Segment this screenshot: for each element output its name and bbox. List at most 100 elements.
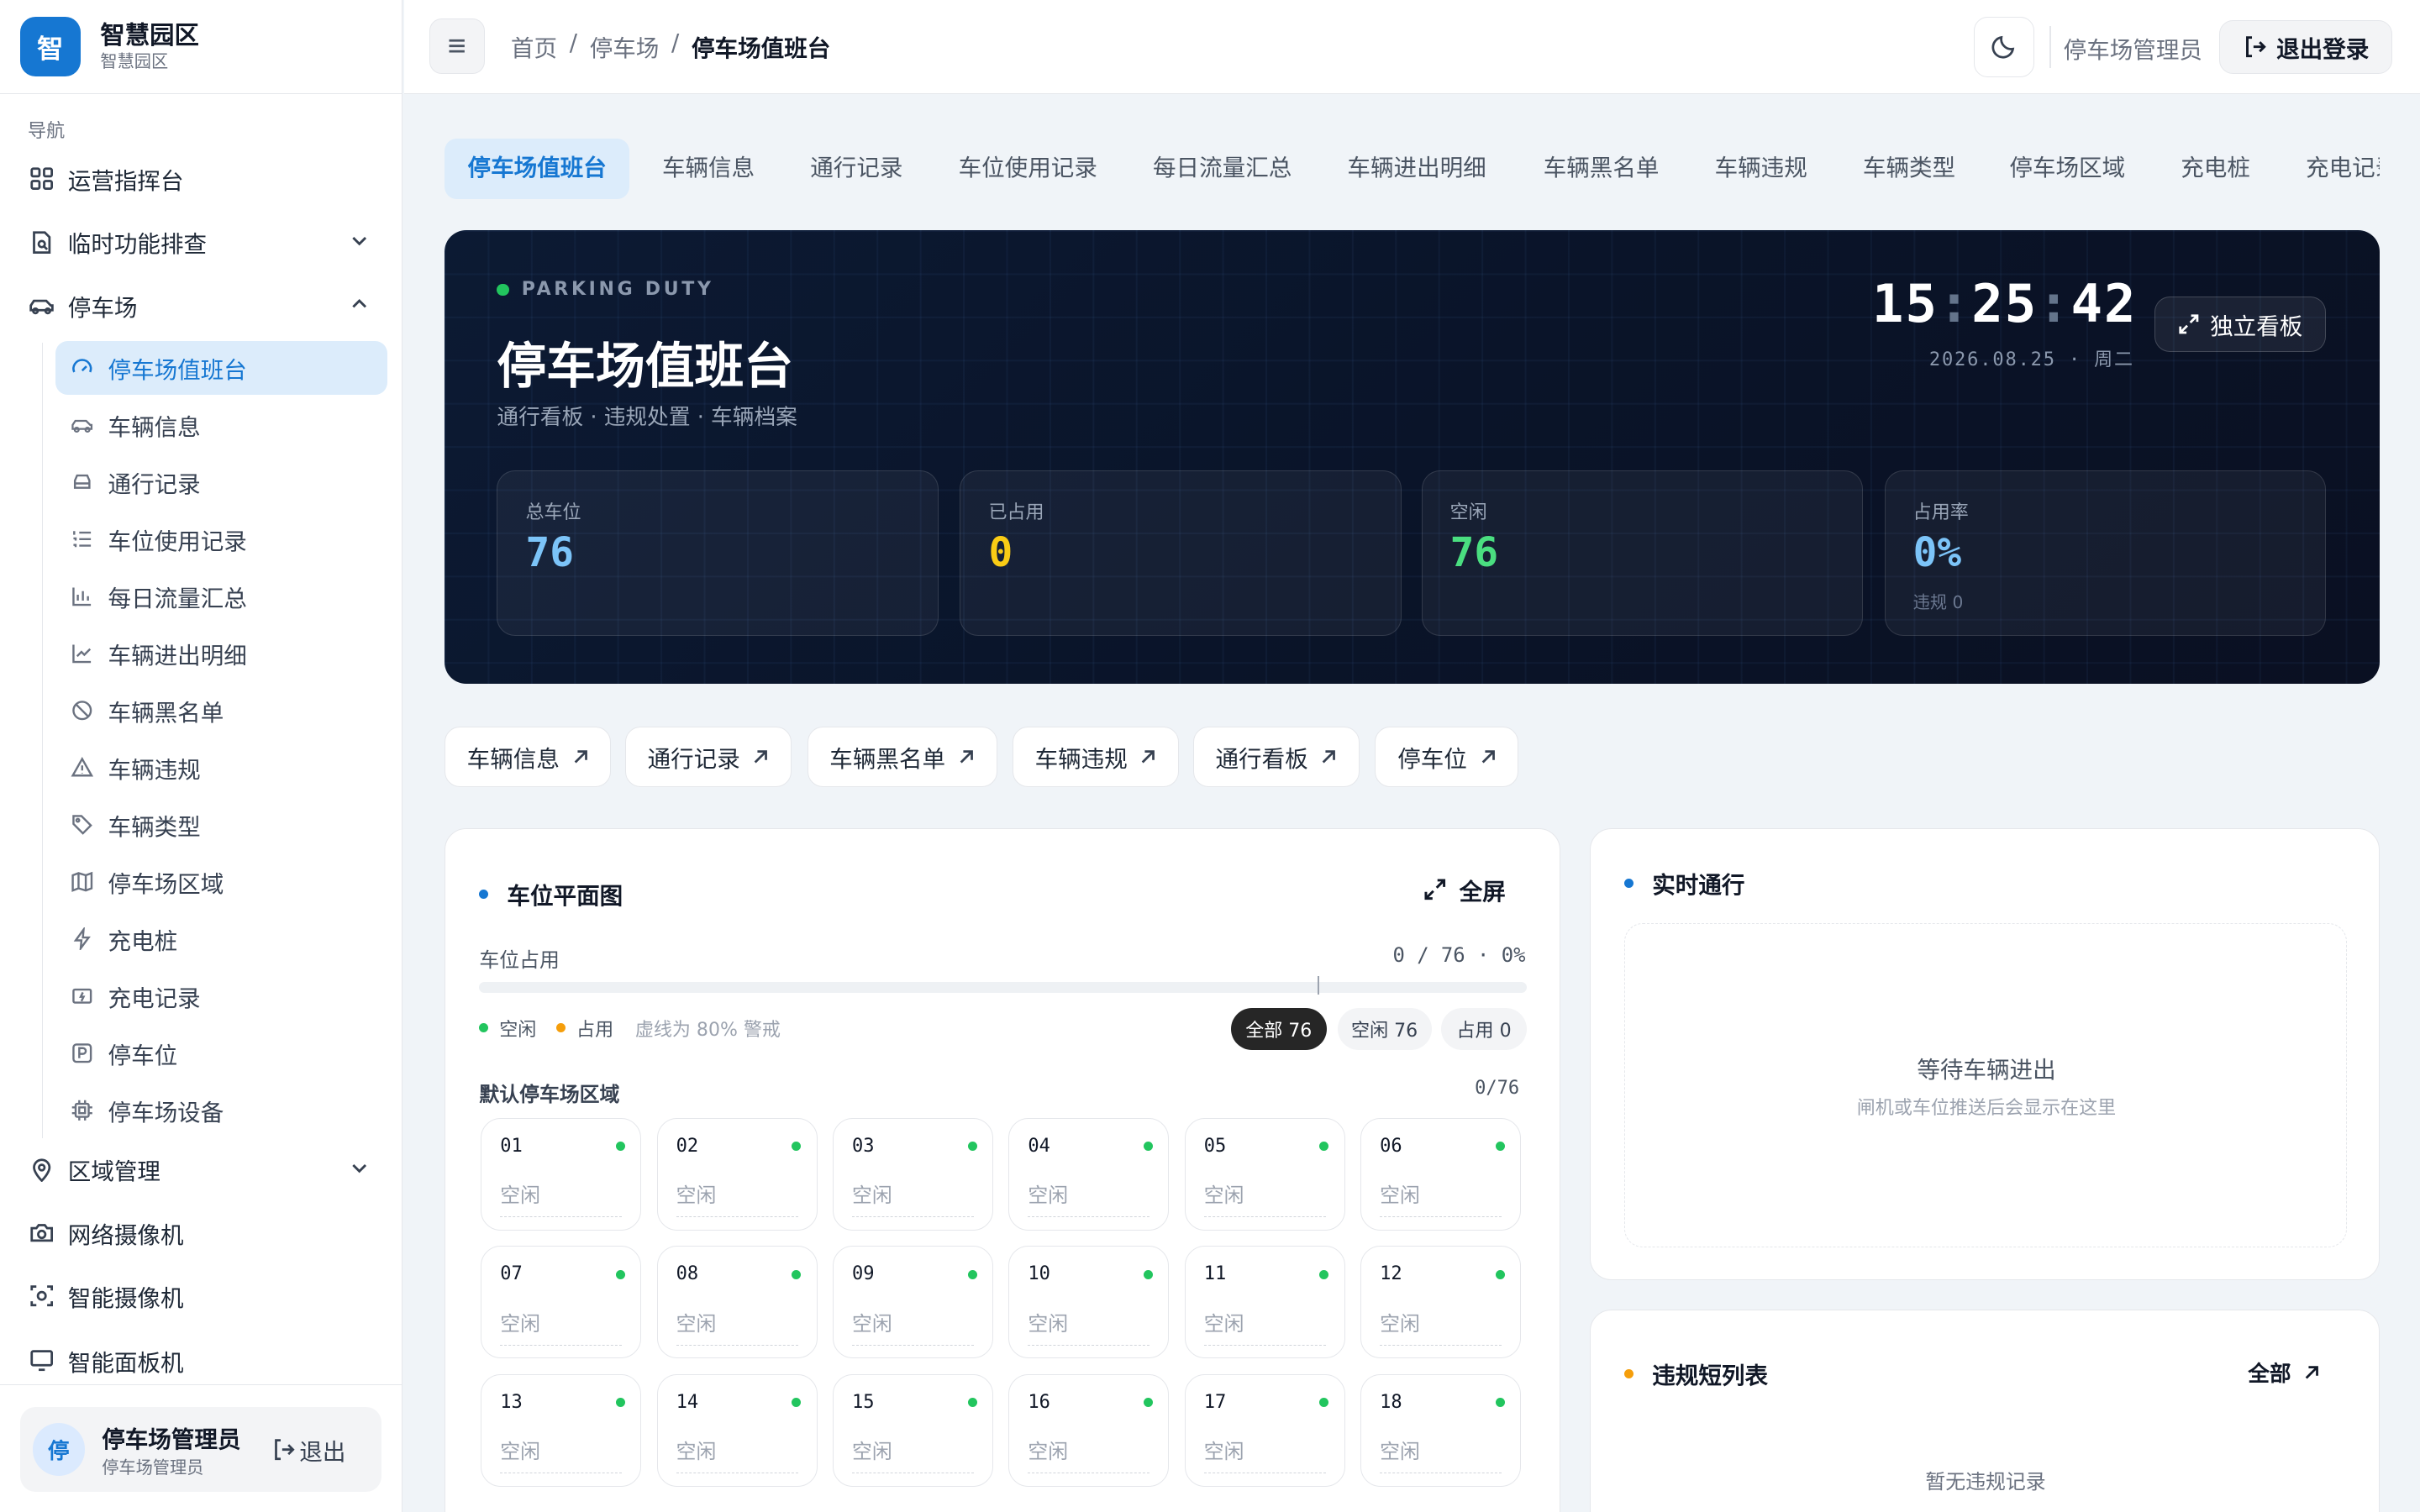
nav-item-label: 网络摄像机	[67, 1221, 184, 1249]
tab-2[interactable]: 车辆信息	[639, 139, 777, 199]
parking-slot[interactable]: 16 空闲	[1008, 1373, 1170, 1487]
quick-link[interactable]: 车辆违规	[1012, 727, 1180, 787]
sidebar-subitem-7[interactable]: 车辆黑名单	[55, 684, 387, 738]
sidebar-subitem-label: 充电记录	[108, 984, 201, 1012]
sidebar-subitem-10[interactable]: 停车场区域	[55, 855, 387, 909]
clock-minutes: 25	[1971, 273, 2039, 335]
parking-slot[interactable]: 15 空闲	[832, 1373, 993, 1487]
fullscreen-button[interactable]: 全屏	[1423, 873, 1506, 906]
sidebar-subitem-label: 充电桩	[108, 927, 178, 955]
slot-divider	[852, 1344, 974, 1346]
tab-12[interactable]: 充电记录	[2282, 139, 2380, 199]
nav-item-temp-check[interactable]: 临时功能排查	[0, 214, 402, 270]
tab-1[interactable]: 停车场值班台	[444, 139, 630, 199]
breadcrumb-home[interactable]: 首页	[511, 29, 557, 63]
sidebar-subitem-8[interactable]: 车辆违规	[55, 741, 387, 795]
nav-item-label: 临时功能排查	[67, 231, 208, 259]
logout-icon	[2243, 34, 2267, 59]
standalone-board-button[interactable]: 独立看板	[2154, 296, 2326, 352]
nav-item-smart-camera[interactable]: 智能摄像机	[0, 1268, 402, 1324]
nav-item-ip-camera[interactable]: 网络摄像机	[0, 1205, 402, 1260]
logout-label: 退出登录	[2276, 36, 2370, 64]
filter-occupied[interactable]: 占用 0	[1440, 1008, 1528, 1050]
tab-11[interactable]: 充电桩	[2158, 139, 2274, 199]
parking-slot[interactable]: 07 空闲	[481, 1246, 642, 1359]
car-icon	[70, 412, 94, 437]
sidebar-subitem-13[interactable]: 停车位	[55, 1026, 387, 1079]
parking-slot[interactable]: 06 空闲	[1360, 1117, 1522, 1231]
parking-slot[interactable]: 08 空闲	[656, 1246, 818, 1359]
sidebar-logout-button[interactable]: 退出	[271, 1433, 345, 1467]
sidebar-subitem-label: 停车场区域	[108, 870, 224, 898]
parking-slot[interactable]: 04 空闲	[1008, 1117, 1170, 1231]
quick-link[interactable]: 停车位	[1375, 727, 1519, 787]
tab-3[interactable]: 通行记录	[787, 139, 926, 199]
slot-status-dot	[792, 1269, 802, 1279]
cpu-icon	[70, 1098, 94, 1122]
nav-item-parking[interactable]: 停车场	[0, 278, 402, 333]
slot-status-dot	[1319, 1398, 1329, 1408]
clock-separator: :	[2038, 273, 2071, 335]
quick-link[interactable]: 车辆黑名单	[807, 727, 997, 787]
parking-slot[interactable]: 11 空闲	[1184, 1246, 1345, 1359]
parking-slot[interactable]: 05 空闲	[1184, 1117, 1345, 1231]
slot-status-dot	[1319, 1142, 1329, 1152]
menu-toggle-button[interactable]	[429, 18, 485, 75]
parking-slot[interactable]: 18 空闲	[1360, 1373, 1522, 1487]
quick-link[interactable]: 通行记录	[624, 727, 792, 787]
parking-slot[interactable]: 03 空闲	[832, 1117, 993, 1231]
parking-slot[interactable]: 17 空闲	[1184, 1373, 1345, 1487]
tab-7[interactable]: 车辆黑名单	[1520, 139, 1682, 199]
quick-link-label: 车辆违规	[1034, 745, 1128, 773]
breadcrumb-parking[interactable]: 停车场	[590, 29, 660, 63]
zone-count: 0/76	[1475, 1078, 1520, 1099]
sidebar-subitem-9[interactable]: 车辆类型	[55, 798, 387, 852]
brand-logo: 智	[19, 16, 81, 77]
filter-free[interactable]: 空闲 76	[1337, 1008, 1432, 1050]
parking-slot[interactable]: 12 空闲	[1360, 1246, 1522, 1359]
sidebar-subitem-2[interactable]: 车辆信息	[55, 398, 387, 452]
tab-8[interactable]: 车辆违规	[1691, 139, 1830, 199]
parking-slot[interactable]: 13 空闲	[481, 1373, 642, 1487]
slot-status: 空闲	[500, 1440, 540, 1464]
nav-item-smart-panel[interactable]: 智能面板机	[0, 1333, 402, 1389]
car-front-icon	[70, 470, 94, 494]
filter-all[interactable]: 全部 76	[1230, 1008, 1327, 1050]
nav-item-area[interactable]: 区域管理	[0, 1142, 402, 1197]
sidebar-subitem-4[interactable]: 车位使用记录	[55, 512, 387, 566]
tab-5[interactable]: 每日流量汇总	[1129, 139, 1314, 199]
sidebar-subitem-6[interactable]: 车辆进出明细	[55, 627, 387, 680]
slot-number: 16	[1028, 1391, 1050, 1413]
occupied-legend-dot	[556, 1023, 566, 1033]
sidebar-subitem-3[interactable]: 通行记录	[55, 455, 387, 509]
parking-slot[interactable]: 10 空闲	[1008, 1246, 1170, 1359]
header-user-name: 停车场管理员	[2063, 36, 2202, 64]
quick-link[interactable]: 通行看板	[1192, 727, 1360, 787]
parking-slot[interactable]: 01 空闲	[481, 1117, 642, 1231]
slot-status: 空闲	[852, 1311, 892, 1336]
quick-link[interactable]: 车辆信息	[444, 727, 612, 787]
parking-slot[interactable]: 02 空闲	[656, 1117, 818, 1231]
sidebar-subitem-12[interactable]: 充电记录	[55, 969, 387, 1022]
sidebar-subitem-14[interactable]: 停车场设备	[55, 1083, 387, 1137]
theme-toggle-button[interactable]	[1974, 17, 2034, 77]
tab-10[interactable]: 停车场区域	[1986, 139, 2149, 199]
logout-button[interactable]: 退出登录	[2219, 19, 2392, 75]
slot-status: 空闲	[1028, 1184, 1069, 1208]
view-all-violations-link[interactable]: 全部	[2248, 1357, 2320, 1388]
standalone-board-label: 独立看板	[2210, 312, 2303, 340]
parking-slot[interactable]: 09 空闲	[832, 1246, 993, 1359]
sidebar-subitem-11[interactable]: 充电桩	[55, 911, 387, 965]
tab-9[interactable]: 车辆类型	[1839, 139, 1978, 199]
tab-4[interactable]: 车位使用记录	[935, 139, 1120, 199]
parking-slot[interactable]: 14 空闲	[656, 1373, 818, 1487]
sidebar-subitem-1[interactable]: 停车场值班台	[55, 340, 387, 396]
monitor-icon	[28, 1347, 55, 1374]
sidebar-subitem-5[interactable]: 每日流量汇总	[55, 570, 387, 623]
slot-status-dot	[1144, 1398, 1154, 1408]
tab-6[interactable]: 车辆进出明细	[1324, 139, 1509, 199]
nav-item-dashboard[interactable]: 运营指挥台	[0, 151, 402, 207]
occupancy-bar	[479, 975, 1528, 995]
free-legend-dot	[479, 1023, 489, 1033]
slot-status-dot	[967, 1142, 977, 1152]
